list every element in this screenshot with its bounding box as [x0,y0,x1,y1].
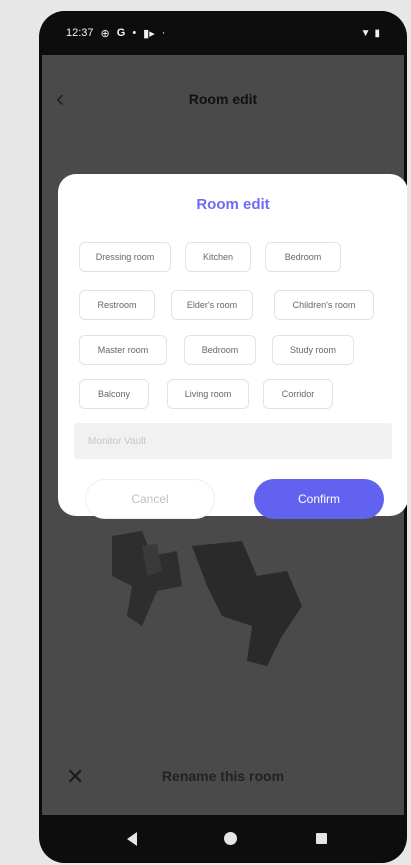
screen: 12:37 ⊕ G • ▮▸ · ▼ ▮ ‹ Room edit Room ed… [42,11,407,863]
system-nav-bar [42,815,404,863]
room-name-input[interactable] [74,423,392,459]
room-chip[interactable]: Bedroom [265,242,341,272]
home-icon[interactable] [224,832,237,845]
room-chip[interactable]: Bedroom [184,335,256,365]
status-time: 12:37 [66,27,94,39]
app-bar: ‹ Room edit [42,55,404,143]
room-chip[interactable]: Children's room [274,290,374,320]
recents-icon[interactable] [316,833,327,844]
location-icon: ⊕ [100,27,110,40]
google-icon: G [116,27,126,39]
cancel-button[interactable]: Cancel [85,479,215,519]
room-chip[interactable]: Master room [79,335,167,365]
back-icon[interactable] [127,832,137,846]
cast-icon: ▮▸ [143,27,155,40]
room-chip[interactable]: Dressing room [79,242,171,272]
dot-icon: • [132,27,137,39]
chevron-left-icon[interactable]: ‹ [56,85,64,113]
room-chip[interactable]: Kitchen [185,242,251,272]
room-chip[interactable]: Elder's room [171,290,253,320]
wifi-icon: ▼ [360,27,371,39]
page-title: Room edit [188,91,258,107]
room-chip[interactable]: Study room [272,335,354,365]
status-bar: 12:37 ⊕ G • ▮▸ · ▼ ▮ [42,11,404,55]
dialog-title: Room edit [196,196,270,213]
room-photo [112,531,302,666]
room-chip[interactable]: Balcony [79,379,149,409]
rename-room-label[interactable]: Rename this room [42,768,404,784]
confirm-button[interactable]: Confirm [254,479,384,519]
room-chip[interactable]: Corridor [263,379,333,409]
dot-icon: · [161,27,166,39]
room-edit-dialog: Room edit Dressing room Kitchen Bedroom … [58,174,407,519]
battery-icon: ▮ [374,27,380,39]
room-chip[interactable]: Living room [167,379,249,409]
room-chip[interactable]: Restroom [79,290,155,320]
phone-frame: 12:37 ⊕ G • ▮▸ · ▼ ▮ ‹ Room edit Room ed… [39,11,407,863]
